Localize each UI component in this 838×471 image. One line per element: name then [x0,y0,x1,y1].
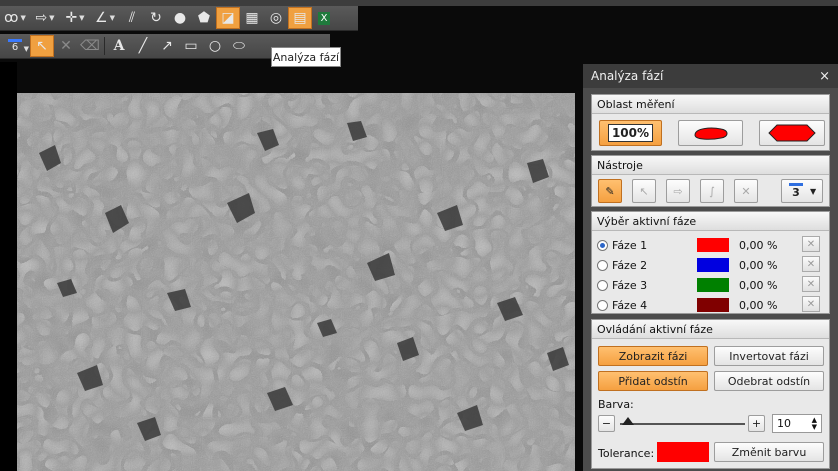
pin-icon[interactable]: ● [168,7,192,29]
show-phase-button[interactable]: Zobrazit fázi [598,346,708,366]
delete-icon[interactable]: ✕ [54,35,78,57]
full-area-button[interactable]: 100% [599,120,662,146]
arrow-tool-icon[interactable]: ↗ [155,35,179,57]
phase-radio[interactable] [597,299,608,311]
close-icon[interactable]: × [819,69,830,84]
toolbar-separator [104,37,105,55]
pointer-icon[interactable]: ↖ [632,179,656,203]
phase-analysis-panel: Analýza fází × Oblast měření 100% Nástro… [583,64,838,471]
arrow-shape-tool-icon[interactable]: ⇨ ▼ [30,7,60,29]
section-header: Výběr aktivní fáze [592,212,829,231]
line-width-dropdown[interactable]: 3 ▼ [781,179,823,203]
phase-percent: 0,00 % [739,279,778,292]
freehand-region-icon [693,127,727,140]
eyedropper-icon[interactable]: ✎ [598,179,622,203]
rectangle-tool-icon[interactable]: ▭ [179,35,203,57]
add-shade-button[interactable]: Přidat odstín [598,371,708,391]
phase-percent: 0,00 % [739,299,778,312]
phase-select-section: Výběr aktivní fáze Fáze 1 0,00 % ✕ Fáze … [591,211,830,314]
grain-texture-icon [17,93,575,471]
curve-icon[interactable]: ∫ [700,179,724,203]
lasso-tool-icon[interactable]: ꝏ ▼ [0,7,30,29]
tooltip: Analýza fází [271,47,341,67]
clear-phase-icon[interactable]: ✕ [802,296,820,312]
color-label: Barva: [598,398,634,411]
shield-icon[interactable]: ⬟ [192,7,216,29]
canvas-margin [0,62,17,471]
phase-row-2[interactable]: Fáze 2 [597,256,647,274]
target-icon[interactable]: ◎ [264,7,288,29]
section-header: Ovládání aktivní fáze [592,320,829,339]
select-cursor-icon[interactable]: ↖ [30,35,54,57]
window-layout-icon[interactable]: ▤ [288,7,312,29]
parallel-lines-icon[interactable]: ⫽ [120,7,144,29]
excel-export-icon[interactable]: X [312,7,336,29]
arrow-shape-icon[interactable]: ⇨ [666,179,690,203]
phase-percent: 0,00 % [739,239,778,252]
tolerance-label: Tolerance: [598,447,655,460]
polygon-area-button[interactable] [759,120,825,146]
phase-row-4[interactable]: Fáze 4 [597,296,647,314]
invert-phase-button[interactable]: Invertovat fázi [714,346,824,366]
crosshair-tool-icon[interactable]: ✛ ▼ [60,7,90,29]
freehand-area-button[interactable] [678,120,743,146]
ellipse-tool-icon[interactable]: ⬭ [227,35,251,57]
delete-icon[interactable]: ✕ [734,179,758,203]
phase-color-swatch [697,238,729,252]
microstructure-image[interactable] [17,93,575,471]
line-width-selector[interactable]: 6 ▼ [0,35,30,57]
panel-title: Analýza fází [591,69,664,83]
clear-phase-icon[interactable]: ✕ [802,236,820,252]
phase-radio[interactable] [597,259,608,271]
text-tool-icon[interactable]: A [107,35,131,57]
clear-phase-icon[interactable]: ✕ [802,256,820,272]
eraser-icon[interactable]: ⌫ [78,35,102,57]
main-toolbar: ꝏ ▼ ⇨ ▼ ✛ ▼ ∠ ▼ ⫽ ↻ ● ⬟ ◪ ▦ ◎ ▤ X [0,6,358,31]
phase-color-swatch [697,298,729,312]
remove-shade-button[interactable]: Odebrat odstín [714,371,824,391]
phase-row-1[interactable]: Fáze 1 [597,236,647,254]
tools-section: Nástroje ✎ ↖ ⇨ ∫ ✕ 3 ▼ [591,155,830,207]
line-tool-icon[interactable]: ╱ [131,35,155,57]
phase-radio[interactable] [597,239,608,251]
tolerance-minus-button[interactable]: − [598,415,615,432]
tolerance-spinbox[interactable]: 10 ▲ ▼ [772,414,822,433]
phase-color-swatch [697,258,729,272]
tolerance-slider-thumb[interactable] [622,417,634,425]
panel-titlebar: Analýza fází × [583,64,838,88]
angle-tool-icon[interactable]: ∠ ▼ [90,7,120,29]
phase-control-section: Ovládání aktivní fáze Zobrazit fázi Inve… [591,319,830,469]
circle-tool-icon[interactable]: ○ [203,35,227,57]
section-header: Nástroje [592,156,829,175]
change-color-button[interactable]: Změnit barvu [714,442,824,462]
polygon-region-icon [768,124,816,142]
clear-phase-icon[interactable]: ✕ [802,276,820,292]
curve-tool-icon[interactable]: ↻ [144,7,168,29]
phase-row-3[interactable]: Fáze 3 [597,276,647,294]
phase-percent: 0,00 % [739,259,778,272]
tolerance-slider-track[interactable] [620,423,745,425]
section-header: Oblast měření [592,95,829,114]
grid-icon[interactable]: ▦ [240,7,264,29]
phase-color-swatch [697,278,729,292]
phase-analysis-icon[interactable]: ◪ [216,7,240,29]
tolerance-color-swatch [657,442,709,462]
chevron-down-icon: ▼ [810,186,817,196]
phase-radio[interactable] [597,279,608,291]
measurement-area-section: Oblast měření 100% [591,94,830,151]
tolerance-plus-button[interactable]: + [748,415,765,432]
spin-arrows-icon[interactable]: ▲ ▼ [812,416,817,431]
